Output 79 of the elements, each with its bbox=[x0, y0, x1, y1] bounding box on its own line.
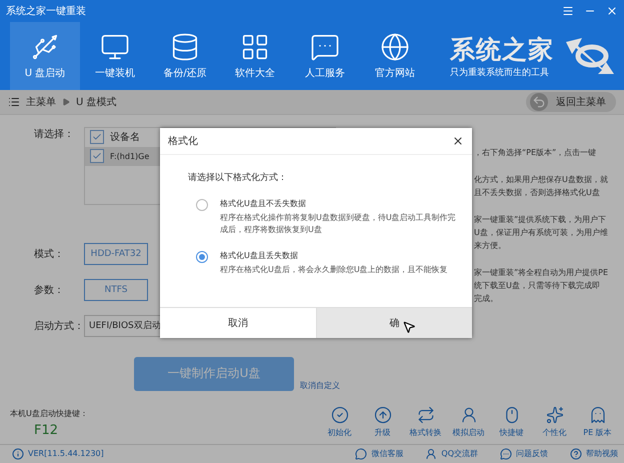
checkbox[interactable] bbox=[90, 130, 104, 144]
menu-icon[interactable] bbox=[562, 5, 574, 17]
cursor-icon bbox=[402, 320, 416, 334]
ghost-icon bbox=[588, 406, 606, 424]
help-text: 家一键重装”将全程自动为用户提供PE bbox=[474, 266, 610, 278]
tool-button[interactable]: 升级 bbox=[362, 406, 403, 438]
tool-button[interactable]: 格式转换 bbox=[405, 406, 446, 438]
tool-button[interactable]: 个性化 bbox=[534, 406, 575, 438]
help-icon bbox=[570, 448, 582, 460]
column-header: 设备名 bbox=[110, 131, 140, 144]
dialog-button[interactable]: 取消 bbox=[160, 308, 316, 338]
help-text: U盘，保证用户有系统可装，为用户维 bbox=[474, 226, 609, 238]
help-text: 化方式，如果用户想保存U盘数据，就 bbox=[474, 174, 609, 185]
help-text: 统下载至U盘，只需等待下载完成即 bbox=[474, 280, 601, 291]
select-field[interactable]: NTFS bbox=[84, 278, 148, 301]
close-icon[interactable] bbox=[452, 135, 464, 147]
dialog-button[interactable]: 确 bbox=[316, 308, 472, 338]
grid-icon bbox=[240, 32, 270, 62]
option-title: 格式化U盘且不丢失数据 bbox=[220, 198, 307, 209]
back-button[interactable]: 返回主菜单 bbox=[526, 92, 616, 112]
nav-tab[interactable]: 软件大全 bbox=[220, 22, 290, 90]
check-icon bbox=[92, 151, 102, 162]
window-title: 系统之家一键重装 bbox=[6, 4, 87, 18]
cancel-link[interactable]: 取消自定义 bbox=[300, 380, 340, 391]
upload-icon bbox=[374, 406, 392, 424]
database-icon bbox=[170, 32, 200, 62]
radio-button[interactable] bbox=[196, 251, 208, 263]
status-link[interactable]: 帮助视频 bbox=[586, 448, 618, 460]
hotkey-label: 本机U盘启动快捷键： bbox=[10, 408, 88, 419]
undo-icon bbox=[530, 92, 548, 111]
dialog-title: 格式化 bbox=[168, 134, 198, 148]
option-title: 格式化U盘且丢失数据 bbox=[220, 250, 299, 261]
chevron-icon bbox=[62, 98, 70, 106]
logo-slogan: 只为重装系统而生的工具 bbox=[450, 66, 550, 79]
select-field[interactable]: HDD-FAT32 bbox=[84, 242, 148, 265]
version-text: VER[11.5.44.1230] bbox=[28, 449, 104, 458]
radio-button[interactable] bbox=[196, 199, 208, 211]
usb-drive-icon bbox=[30, 32, 60, 62]
field-label: 启动方式： bbox=[34, 320, 84, 333]
user-icon bbox=[460, 406, 478, 424]
tool-button[interactable]: PE 版本 bbox=[577, 406, 618, 438]
status-link[interactable]: QQ交流群 bbox=[441, 448, 478, 460]
help-text: ，右下角选择“PE版本”，点击一键 bbox=[474, 146, 598, 158]
help-text: 家一键重装”提供系统下载，为用户下 bbox=[474, 214, 608, 225]
help-text: 且不丢失数据，否则选择格式化U盘 bbox=[474, 186, 601, 198]
monitor-icon bbox=[100, 32, 130, 62]
hotkey-value: F12 bbox=[33, 422, 60, 438]
help-text: 来方便。 bbox=[474, 240, 507, 251]
chat-icon bbox=[310, 32, 340, 62]
help-text: 完成。 bbox=[474, 292, 499, 304]
convert-icon bbox=[416, 406, 434, 424]
breadcrumb-link[interactable]: 主菜单 bbox=[26, 94, 56, 109]
field-label: 参数： bbox=[34, 284, 65, 297]
tool-button[interactable]: 模拟启动 bbox=[448, 406, 489, 438]
globe-icon bbox=[380, 32, 410, 62]
checkbox[interactable] bbox=[90, 149, 104, 164]
nav-tab[interactable]: 备份/还原 bbox=[150, 22, 220, 90]
field-label: 请选择： bbox=[34, 128, 75, 141]
nav-tab[interactable]: 人工服务 bbox=[290, 22, 360, 90]
field-label: 模式： bbox=[34, 248, 65, 261]
tool-button[interactable]: 快捷键 bbox=[491, 406, 532, 438]
logo-name: 系统之家 bbox=[450, 34, 554, 66]
sparkle-icon bbox=[546, 406, 564, 424]
check-icon bbox=[92, 132, 102, 142]
breadcrumb-current: U 盘模式 bbox=[76, 96, 116, 109]
feedback-icon bbox=[500, 448, 512, 460]
nav-tab[interactable]: 一键装机 bbox=[80, 22, 150, 90]
option-description: 程序在格式化U盘后，将会永久删除您U盘上的数据，且不能恢复 bbox=[220, 264, 449, 276]
table-cell: F:(hd1)Ge bbox=[110, 152, 150, 161]
dialog-prompt: 请选择以下格式化方式： bbox=[188, 172, 288, 184]
option-description: 程序在格式化操作前将复制U盘数据到硬盘，待U盘启动工具制作完成后，程序将数据恢复到U盘 bbox=[220, 212, 457, 236]
chat-icon bbox=[355, 448, 368, 460]
tool-button[interactable]: 初始化 bbox=[319, 406, 360, 438]
nav-tab[interactable]: 官方网站 bbox=[360, 22, 430, 90]
status-link[interactable]: 问题反馈 bbox=[516, 448, 548, 460]
status-link[interactable]: 微信客服 bbox=[371, 448, 404, 460]
check-circle-icon bbox=[330, 406, 348, 424]
info-icon bbox=[12, 448, 24, 460]
nav-tab[interactable]: U 盘启动 bbox=[10, 22, 80, 90]
